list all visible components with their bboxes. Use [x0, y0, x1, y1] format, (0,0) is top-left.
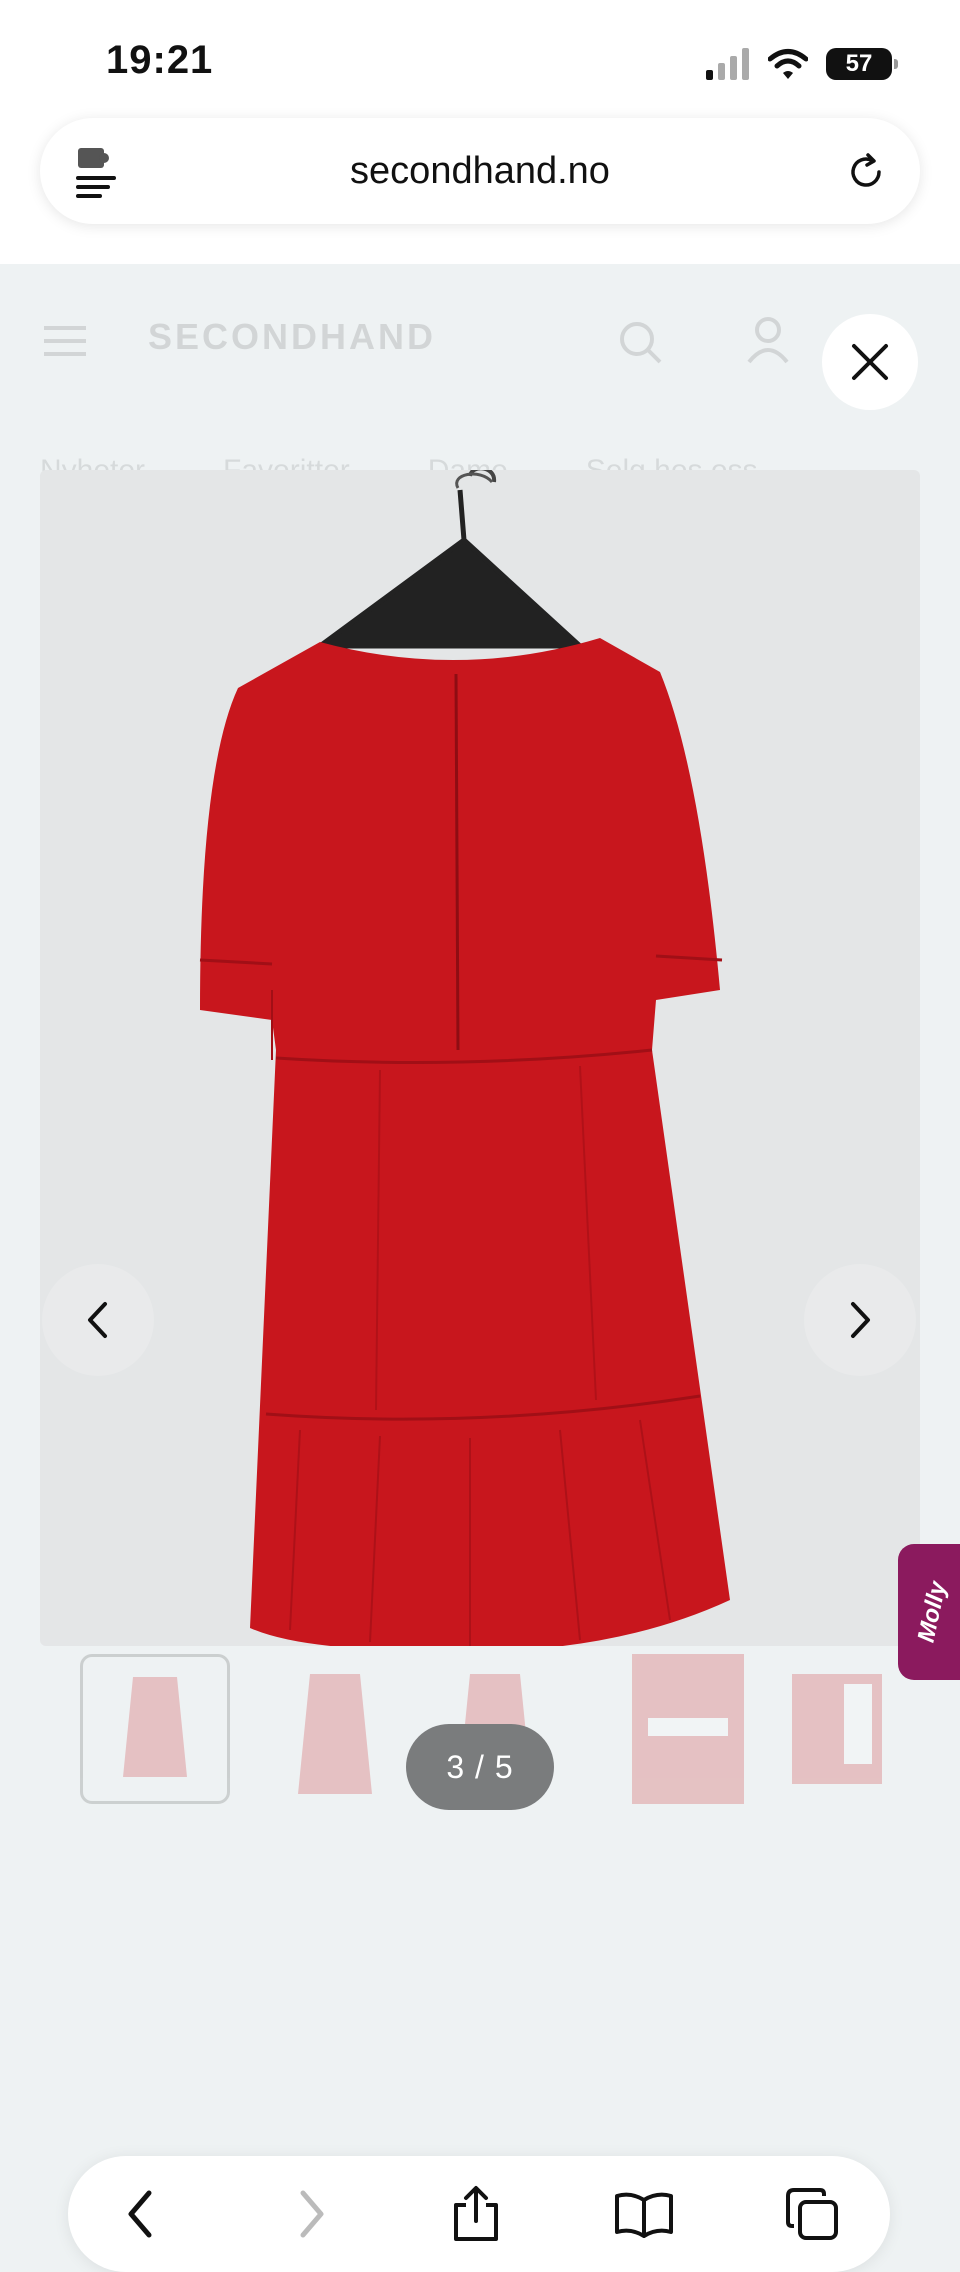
page-content: SECONDHAND Nyheter Favoritter Dame Selg … — [0, 264, 960, 2272]
status-time: 19:21 — [106, 38, 214, 82]
cellular-signal-icon — [706, 48, 749, 80]
status-icons: 57 — [706, 44, 898, 84]
product-image[interactable] — [40, 470, 920, 1646]
close-gallery-button[interactable] — [822, 314, 918, 410]
thumbnail-image — [844, 1684, 872, 1764]
account-icon — [747, 317, 789, 364]
close-icon — [852, 344, 888, 380]
browser-toolbar — [68, 2156, 890, 2272]
share-icon — [454, 2186, 498, 2241]
thumbnail[interactable] — [280, 1654, 390, 1804]
url-text[interactable]: secondhand.no — [40, 150, 920, 193]
back-button[interactable] — [104, 2178, 176, 2250]
share-button[interactable] — [440, 2178, 512, 2250]
browser-chrome: secondhand.no — [0, 110, 960, 264]
bookmarks-button[interactable] — [608, 2178, 680, 2250]
next-image-button[interactable] — [804, 1264, 916, 1376]
reload-icon[interactable] — [846, 152, 886, 192]
thumbnail[interactable] — [80, 1654, 230, 1804]
thumbnail[interactable] — [792, 1674, 882, 1784]
search-icon — [620, 322, 662, 364]
chevron-left-icon — [88, 1302, 107, 1338]
tabs-icon — [786, 2188, 838, 2240]
thumbnail-image — [123, 1677, 187, 1777]
thumbnail-image — [648, 1718, 728, 1736]
chevron-right-icon — [851, 1302, 870, 1338]
book-icon — [615, 2192, 673, 2238]
molly-label: Molly — [912, 1579, 953, 1645]
dress-photo — [199, 470, 730, 1646]
site-header: SECONDHAND — [0, 264, 960, 414]
address-bar[interactable]: secondhand.no — [40, 118, 920, 224]
site-logo: SECONDHAND — [148, 316, 437, 357]
thumbnail[interactable] — [632, 1654, 744, 1804]
wifi-icon — [768, 49, 808, 79]
molly-chat-tab[interactable]: Molly — [898, 1544, 960, 1680]
chevron-right-icon — [300, 2190, 324, 2238]
chevron-left-icon — [128, 2190, 152, 2238]
previous-image-button[interactable] — [42, 1264, 154, 1376]
battery-indicator: 57 — [826, 48, 898, 80]
menu-icon — [44, 326, 86, 356]
tabs-button[interactable] — [776, 2178, 848, 2250]
thumbnail-image — [298, 1674, 372, 1794]
forward-button[interactable] — [276, 2178, 348, 2250]
image-counter: 3 / 5 — [406, 1724, 554, 1810]
status-bar: 19:21 57 — [0, 0, 960, 110]
